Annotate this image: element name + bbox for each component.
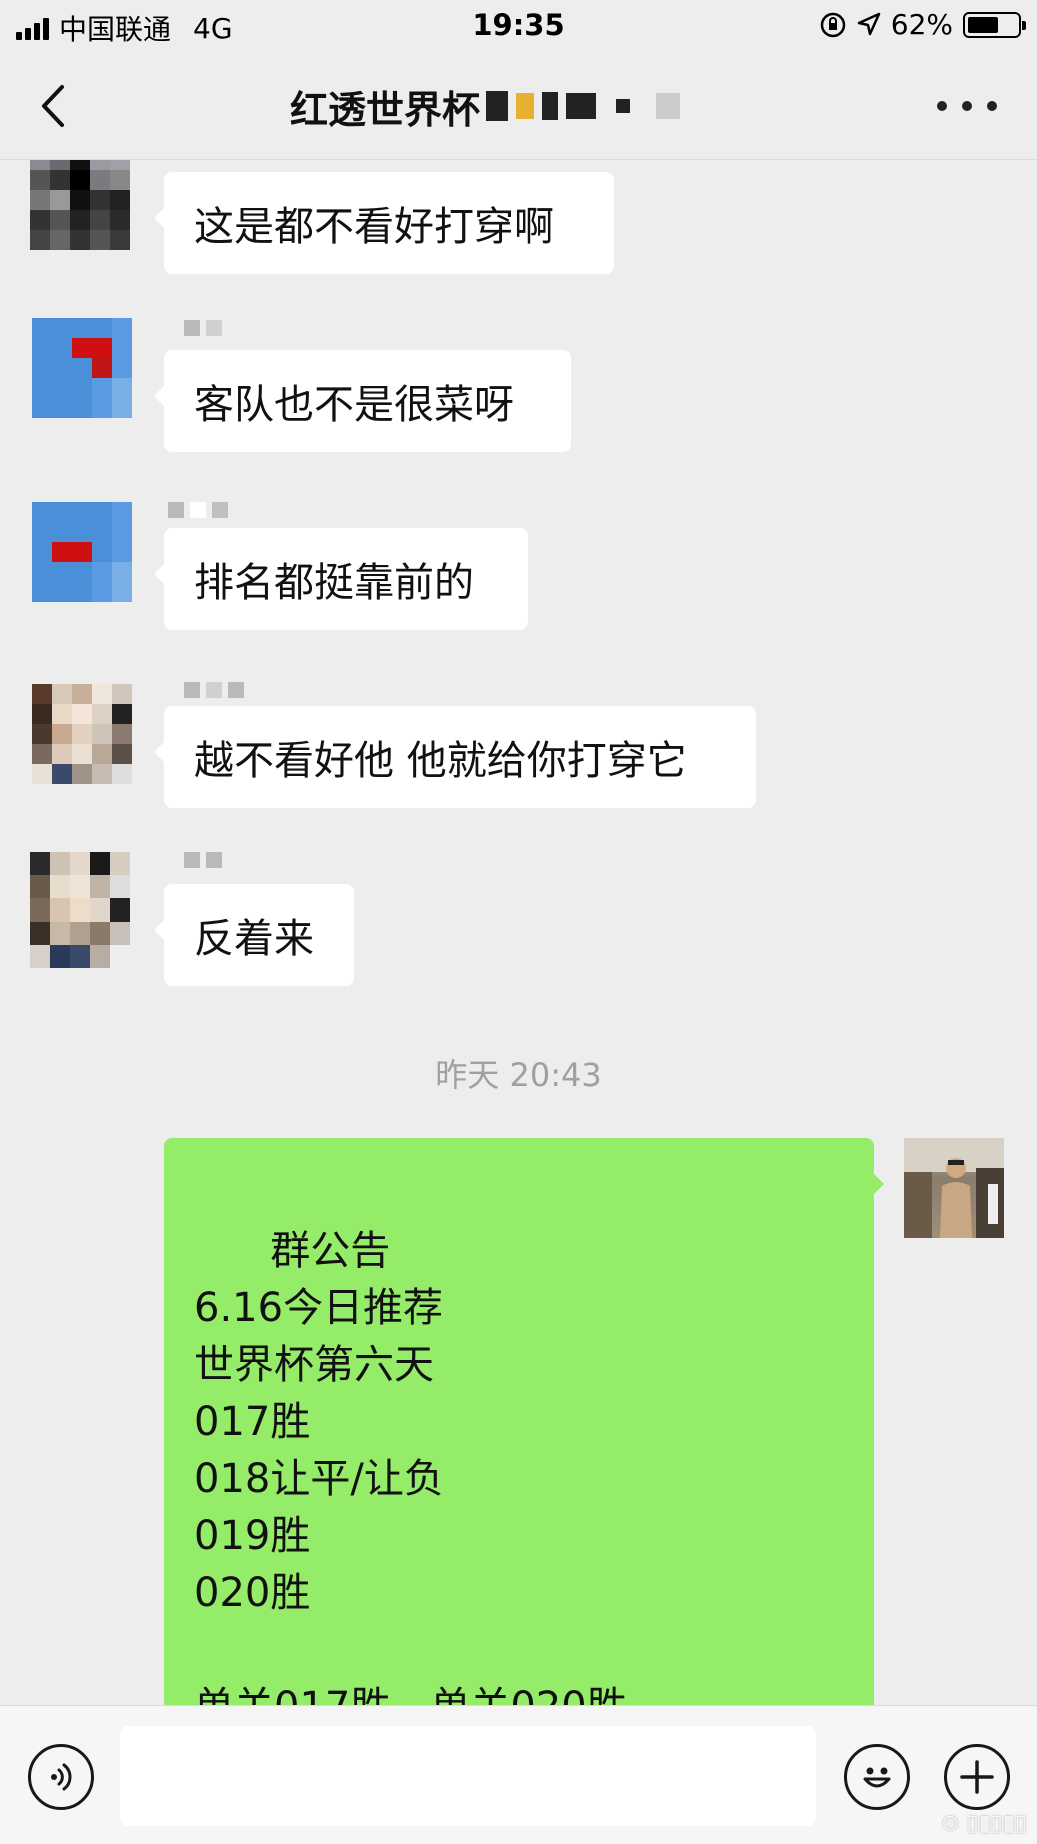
location-icon [857, 12, 881, 35]
timestamp: 昨天 20:43 [435, 1056, 602, 1094]
plus-icon [960, 1760, 994, 1794]
chevron-left-icon [42, 85, 64, 127]
message-text: 客队也不是很菜呀 [194, 382, 514, 428]
battery-percent: 62% [890, 8, 953, 41]
sender-name [168, 502, 228, 520]
sender-name [184, 682, 244, 700]
chat-screen: 中国联通 4G 19:35 62% 红透世界杯 这是都不看好打穿啊 客队也不是很… [0, 0, 1037, 1844]
message-bubble[interactable]: 客队也不是很菜呀 [154, 350, 571, 452]
person-photo-icon [904, 1138, 1004, 1238]
battery-icon [963, 11, 1026, 38]
voice-button[interactable] [28, 1744, 94, 1810]
message-list[interactable]: 这是都不看好打穿啊 客队也不是很菜呀 排名都挺靠前的 越不看好他 他就给你打穿它… [0, 160, 1037, 1705]
sender-name [184, 852, 222, 870]
sender-name [184, 320, 222, 338]
announcement-text: 群公告 6.16今日推荐 世界杯第六天 017胜 018让平/让负 019胜 0… [194, 1228, 627, 1705]
input-bar: ⊙ ▯▮▯▮▯ [0, 1705, 1037, 1844]
message-input[interactable] [120, 1726, 816, 1826]
watermark: ⊙ ▯▮▯▮▯ [941, 1811, 1027, 1836]
plus-button[interactable] [944, 1744, 1010, 1810]
status-bar: 中国联通 4G 19:35 62% [0, 0, 1037, 52]
message-text: 反着来 [194, 916, 314, 962]
emoji-button[interactable] [844, 1744, 910, 1810]
announcement-bubble[interactable]: 群公告 6.16今日推荐 世界杯第六天 017胜 018让平/让负 019胜 0… [164, 1138, 884, 1705]
status-right: 62% [819, 8, 1026, 41]
nav-bar: 红透世界杯 [0, 52, 1037, 160]
message-bubble[interactable]: 这是都不看好打穿啊 [154, 172, 614, 274]
nav-title-area: 红透世界杯 [290, 78, 681, 134]
my-avatar[interactable] [904, 1138, 1004, 1238]
title-redaction [486, 91, 681, 121]
avatar[interactable] [32, 318, 132, 418]
orientation-lock-icon [820, 12, 846, 37]
chat-title: 红透世界杯 [290, 87, 481, 132]
more-button[interactable] [937, 86, 997, 126]
emoji-icon [863, 1767, 891, 1788]
battery-fill [968, 16, 998, 33]
avatar[interactable] [30, 852, 130, 968]
more-dots-icon [937, 101, 947, 111]
message-text: 越不看好他 他就给你打穿它 [194, 738, 687, 784]
avatar[interactable] [32, 502, 132, 602]
message-bubble[interactable]: 越不看好他 他就给你打穿它 [154, 706, 756, 808]
message-bubble[interactable]: 排名都挺靠前的 [154, 528, 528, 630]
voice-icon [51, 1763, 72, 1791]
message-text: 这是都不看好打穿啊 [194, 204, 554, 250]
avatar[interactable] [30, 160, 130, 250]
message-bubble[interactable]: 反着来 [154, 884, 354, 986]
message-text: 排名都挺靠前的 [194, 560, 474, 606]
avatar[interactable] [32, 684, 132, 784]
back-button[interactable] [28, 78, 78, 134]
